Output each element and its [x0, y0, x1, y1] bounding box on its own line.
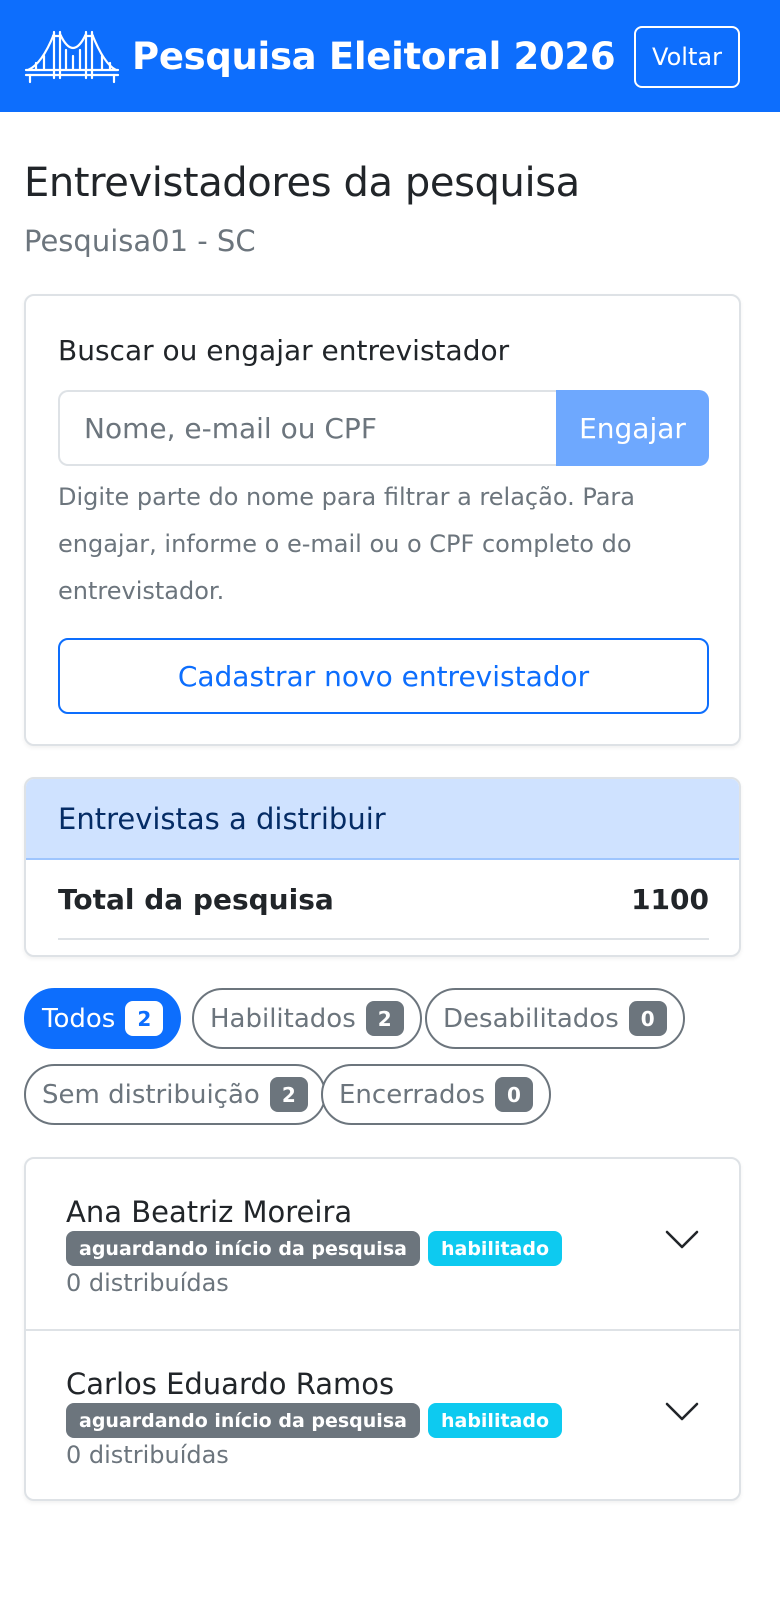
interviewer-item[interactable]: Ana Beatriz Moreira aguardando início da…	[26, 1159, 739, 1329]
page-title: Entrevistadores da pesquisa	[24, 160, 580, 206]
filter-label: Desabilitados	[443, 1003, 619, 1034]
interviewer-item[interactable]: Carlos Eduardo Ramos aguardando início d…	[26, 1329, 739, 1499]
distribution-total-label: Total da pesquisa	[58, 882, 334, 916]
filter-label: Habilitados	[210, 1003, 356, 1034]
enabled-badge: habilitado	[427, 1403, 563, 1438]
bridge-logo-icon	[24, 30, 120, 84]
filter-no-distribution[interactable]: Sem distribuição 2	[24, 1064, 326, 1125]
interviewer-name: Carlos Eduardo Ramos	[66, 1367, 395, 1401]
status-badge: aguardando início da pesquisa	[66, 1403, 420, 1438]
distribution-total-value: 1100	[631, 882, 709, 916]
register-interviewer-button[interactable]: Cadastrar novo entrevistador	[58, 638, 709, 714]
distribution-card-title: Entrevistas a distribuir	[26, 779, 739, 860]
enabled-badge: habilitado	[427, 1231, 563, 1266]
filter-label: Encerrados	[339, 1079, 486, 1110]
distribution-total-row: Total da pesquisa 1100	[58, 860, 709, 940]
distributed-count: 0 distribuídas	[66, 1441, 229, 1469]
search-card: Buscar ou engajar entrevistador Engajar …	[24, 294, 741, 746]
navbar: Pesquisa Eleitoral 2026 Voltar	[0, 0, 780, 112]
search-input[interactable]	[58, 390, 556, 466]
interviewer-badges: aguardando início da pesquisa habilitado	[66, 1231, 563, 1266]
app-title: Pesquisa Eleitoral 2026	[132, 34, 616, 78]
search-input-group: Engajar	[58, 390, 709, 466]
filter-count-badge: 0	[628, 1001, 667, 1036]
chevron-down-icon[interactable]	[665, 1401, 699, 1423]
filter-label: Sem distribuição	[42, 1079, 260, 1110]
filter-closed[interactable]: Encerrados 0	[321, 1064, 552, 1125]
filter-disabled[interactable]: Desabilitados 0	[425, 988, 685, 1049]
chevron-down-icon[interactable]	[665, 1229, 699, 1251]
page-subtitle: Pesquisa01 - SC	[24, 224, 256, 258]
distribution-card: Entrevistas a distribuir Total da pesqui…	[24, 777, 741, 957]
search-card-title: Buscar ou engajar entrevistador	[58, 334, 510, 367]
distributed-count: 0 distribuídas	[66, 1269, 229, 1297]
filter-label: Todos	[42, 1003, 116, 1034]
interviewer-badges: aguardando início da pesquisa habilitado	[66, 1403, 563, 1438]
status-badge: aguardando início da pesquisa	[66, 1231, 420, 1266]
filter-count-badge: 2	[365, 1001, 404, 1036]
engage-button[interactable]: Engajar	[556, 390, 709, 466]
filter-count-badge: 0	[495, 1077, 534, 1112]
filter-count-badge: 2	[125, 1001, 164, 1036]
search-help-text: Digite parte do nome para filtrar a rela…	[58, 483, 636, 605]
back-button[interactable]: Voltar	[634, 26, 740, 88]
filter-enabled[interactable]: Habilitados 2	[192, 988, 422, 1049]
filter-all[interactable]: Todos 2	[24, 988, 182, 1049]
interviewer-list: Ana Beatriz Moreira aguardando início da…	[24, 1157, 741, 1501]
interviewer-name: Ana Beatriz Moreira	[66, 1195, 353, 1229]
filter-count-badge: 2	[269, 1077, 308, 1112]
